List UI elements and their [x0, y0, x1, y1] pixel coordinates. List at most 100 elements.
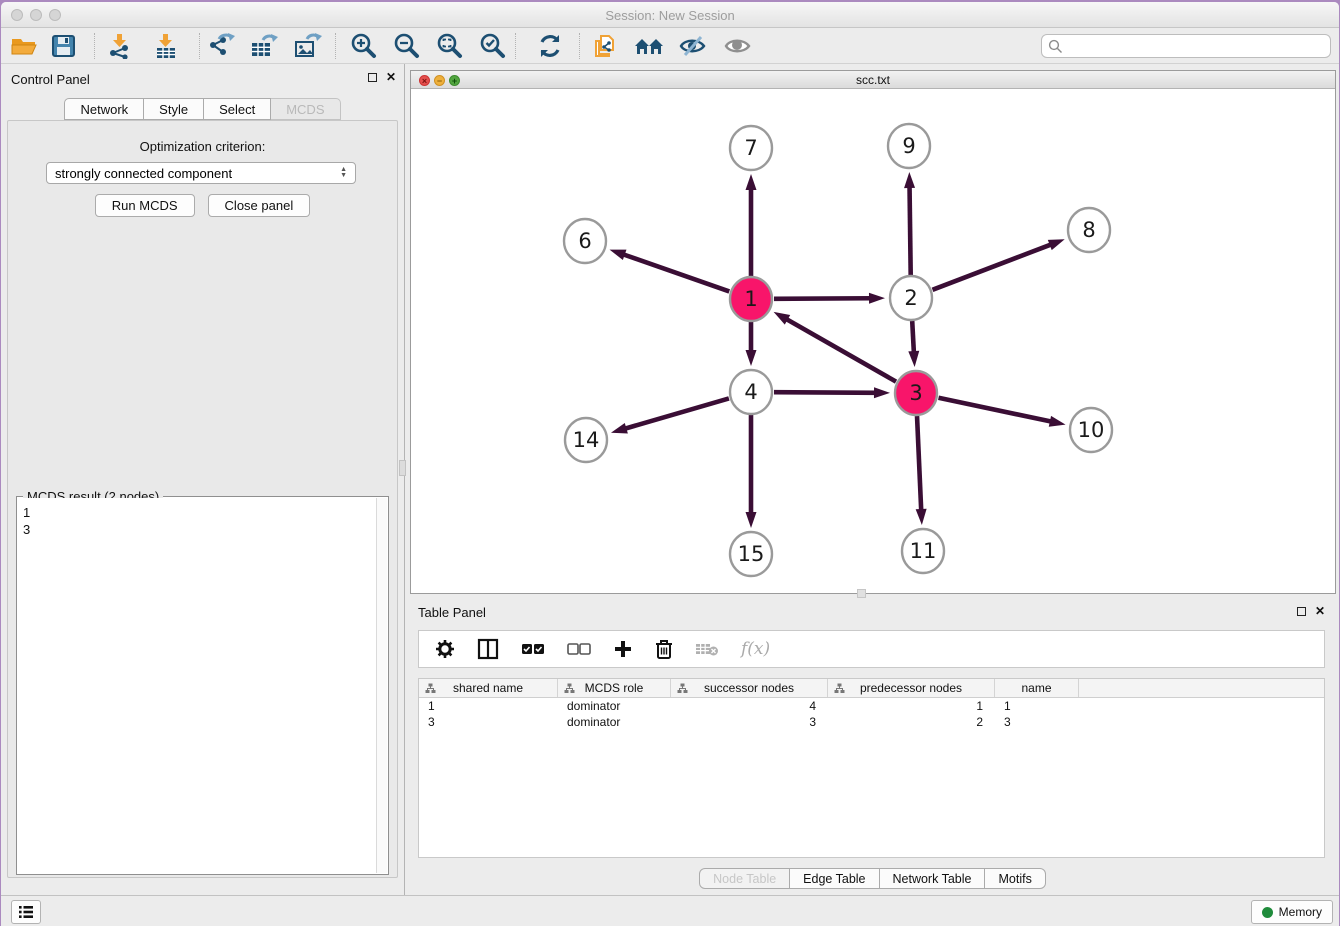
tab-select[interactable]: Select [204, 98, 271, 120]
optimization-criterion-label: Optimization criterion: [8, 139, 397, 154]
search-box[interactable] [1041, 34, 1331, 58]
export-image-button[interactable] [291, 31, 325, 61]
edge-2-9[interactable] [910, 185, 911, 275]
edge-2-3[interactable] [912, 321, 914, 354]
status-bar: Memory [1, 895, 1339, 926]
arrowhead-icon [774, 312, 791, 325]
zoom-in-button[interactable] [347, 31, 381, 61]
column-header-predecessor-nodes[interactable]: predecessor nodes [828, 679, 995, 697]
network-window: × − + scc.txt 7968124314101511 [410, 70, 1336, 594]
export-table-button[interactable] [247, 31, 281, 61]
column-header-name[interactable]: name [995, 679, 1079, 697]
close-panel-button[interactable]: Close panel [208, 194, 311, 217]
edge-3-1[interactable] [785, 318, 896, 381]
network-graph[interactable]: 7968124314101511 [411, 89, 1335, 594]
select-all-button[interactable] [521, 642, 545, 656]
edge-3-10[interactable] [939, 398, 1053, 422]
node-label: 9 [902, 134, 915, 158]
tab-edge-table[interactable]: Edge Table [790, 868, 879, 889]
node-label: 8 [1082, 218, 1095, 242]
tab-network[interactable]: Network [64, 98, 144, 120]
add-row-button[interactable] [613, 639, 633, 659]
app-title: Session: New Session [1, 8, 1339, 23]
toolbar-separator [94, 33, 95, 59]
zoom-selected-button[interactable] [476, 31, 510, 61]
toolbar-separator [199, 33, 200, 59]
zoom-out-button[interactable] [390, 31, 424, 61]
zoom-fit-button[interactable] [433, 31, 467, 61]
tab-network-table[interactable]: Network Table [880, 868, 986, 889]
tab-mcds[interactable]: MCDS [271, 98, 340, 120]
trash-icon [655, 639, 673, 660]
float-table-panel-icon[interactable] [1297, 607, 1306, 616]
save-session-button[interactable] [47, 31, 81, 61]
run-mcds-button[interactable]: Run MCDS [95, 194, 195, 217]
import-table-icon [153, 33, 179, 59]
node-label: 3 [909, 381, 922, 405]
tab-node-table[interactable]: Node Table [699, 868, 790, 889]
edge-1-6[interactable] [622, 254, 729, 292]
arrowhead-icon [916, 509, 927, 525]
column-type-icon [834, 683, 845, 694]
table-header-row: shared nameMCDS rolesuccessor nodesprede… [419, 679, 1324, 698]
delete-row-button[interactable] [655, 639, 673, 660]
result-line: 1 [23, 504, 371, 521]
import-table-button[interactable] [149, 31, 183, 61]
memory-button[interactable]: Memory [1251, 900, 1333, 924]
column-type-icon [564, 683, 575, 694]
list-icon [18, 905, 34, 919]
table-row[interactable]: 1dominator411 [419, 698, 1324, 714]
edge-1-2[interactable] [774, 298, 872, 299]
arrowhead-icon [746, 350, 757, 366]
table-body: 1dominator4113dominator323 [419, 698, 1324, 730]
column-header-successor-nodes[interactable]: successor nodes [671, 679, 828, 697]
show-details-button[interactable] [721, 31, 755, 61]
function-builder-icon[interactable]: f(x) [741, 639, 770, 659]
result-scrollbar[interactable] [376, 498, 387, 873]
result-line: 3 [23, 521, 371, 538]
column-type-icon [425, 683, 436, 694]
criterion-dropdown[interactable]: strongly connected component ▲▼ [46, 162, 356, 184]
table-settings-button[interactable] [435, 639, 455, 659]
network-titlebar[interactable]: × − + scc.txt [411, 71, 1335, 89]
column-header-shared-name[interactable]: shared name [419, 679, 558, 697]
close-table-panel-icon[interactable]: ✕ [1315, 605, 1325, 617]
task-history-button[interactable] [11, 900, 41, 924]
memory-label: Memory [1279, 905, 1322, 919]
edge-4-14[interactable] [623, 398, 728, 429]
houses-icon [633, 34, 665, 58]
column-header-MCDS-role[interactable]: MCDS role [558, 679, 671, 697]
export-network-button[interactable] [204, 31, 238, 61]
table-panel-mode-button[interactable] [477, 638, 499, 660]
dropdown-stepper-icon: ▲▼ [340, 167, 347, 179]
table-panel: Table Panel ✕ [406, 599, 1339, 897]
node-label: 4 [744, 380, 757, 404]
tab-motifs[interactable]: Motifs [985, 868, 1045, 889]
table-row[interactable]: 3dominator323 [419, 714, 1324, 730]
mcds-result-text[interactable]: 1 3 [18, 498, 376, 873]
import-network-button[interactable] [103, 31, 137, 61]
first-neighbors-button[interactable] [632, 31, 666, 61]
vertical-splitter-handle[interactable] [399, 460, 406, 476]
edge-4-3[interactable] [774, 392, 877, 393]
refresh-button[interactable] [533, 31, 567, 61]
toolbar-separator [579, 33, 580, 59]
deselect-all-button[interactable] [567, 642, 591, 656]
table-cell: dominator [558, 714, 671, 730]
table-cell: 1 [995, 698, 1079, 714]
search-input[interactable] [1063, 37, 1330, 55]
open-session-button[interactable] [7, 31, 41, 61]
hide-details-button[interactable] [676, 31, 710, 61]
float-panel-icon[interactable] [368, 73, 377, 82]
edge-2-8[interactable] [932, 244, 1052, 290]
network-canvas[interactable]: 7968124314101511 [411, 89, 1335, 593]
close-panel-icon[interactable]: ✕ [386, 71, 396, 83]
horizontal-splitter-handle[interactable] [857, 589, 866, 598]
copy-network-button[interactable] [589, 31, 623, 61]
tab-style[interactable]: Style [144, 98, 204, 120]
copy-network-icon [592, 32, 620, 60]
export-table-icon [250, 33, 278, 59]
arrowhead-icon [869, 293, 885, 304]
delete-table-button[interactable] [695, 641, 719, 657]
edge-3-11[interactable] [917, 416, 921, 512]
